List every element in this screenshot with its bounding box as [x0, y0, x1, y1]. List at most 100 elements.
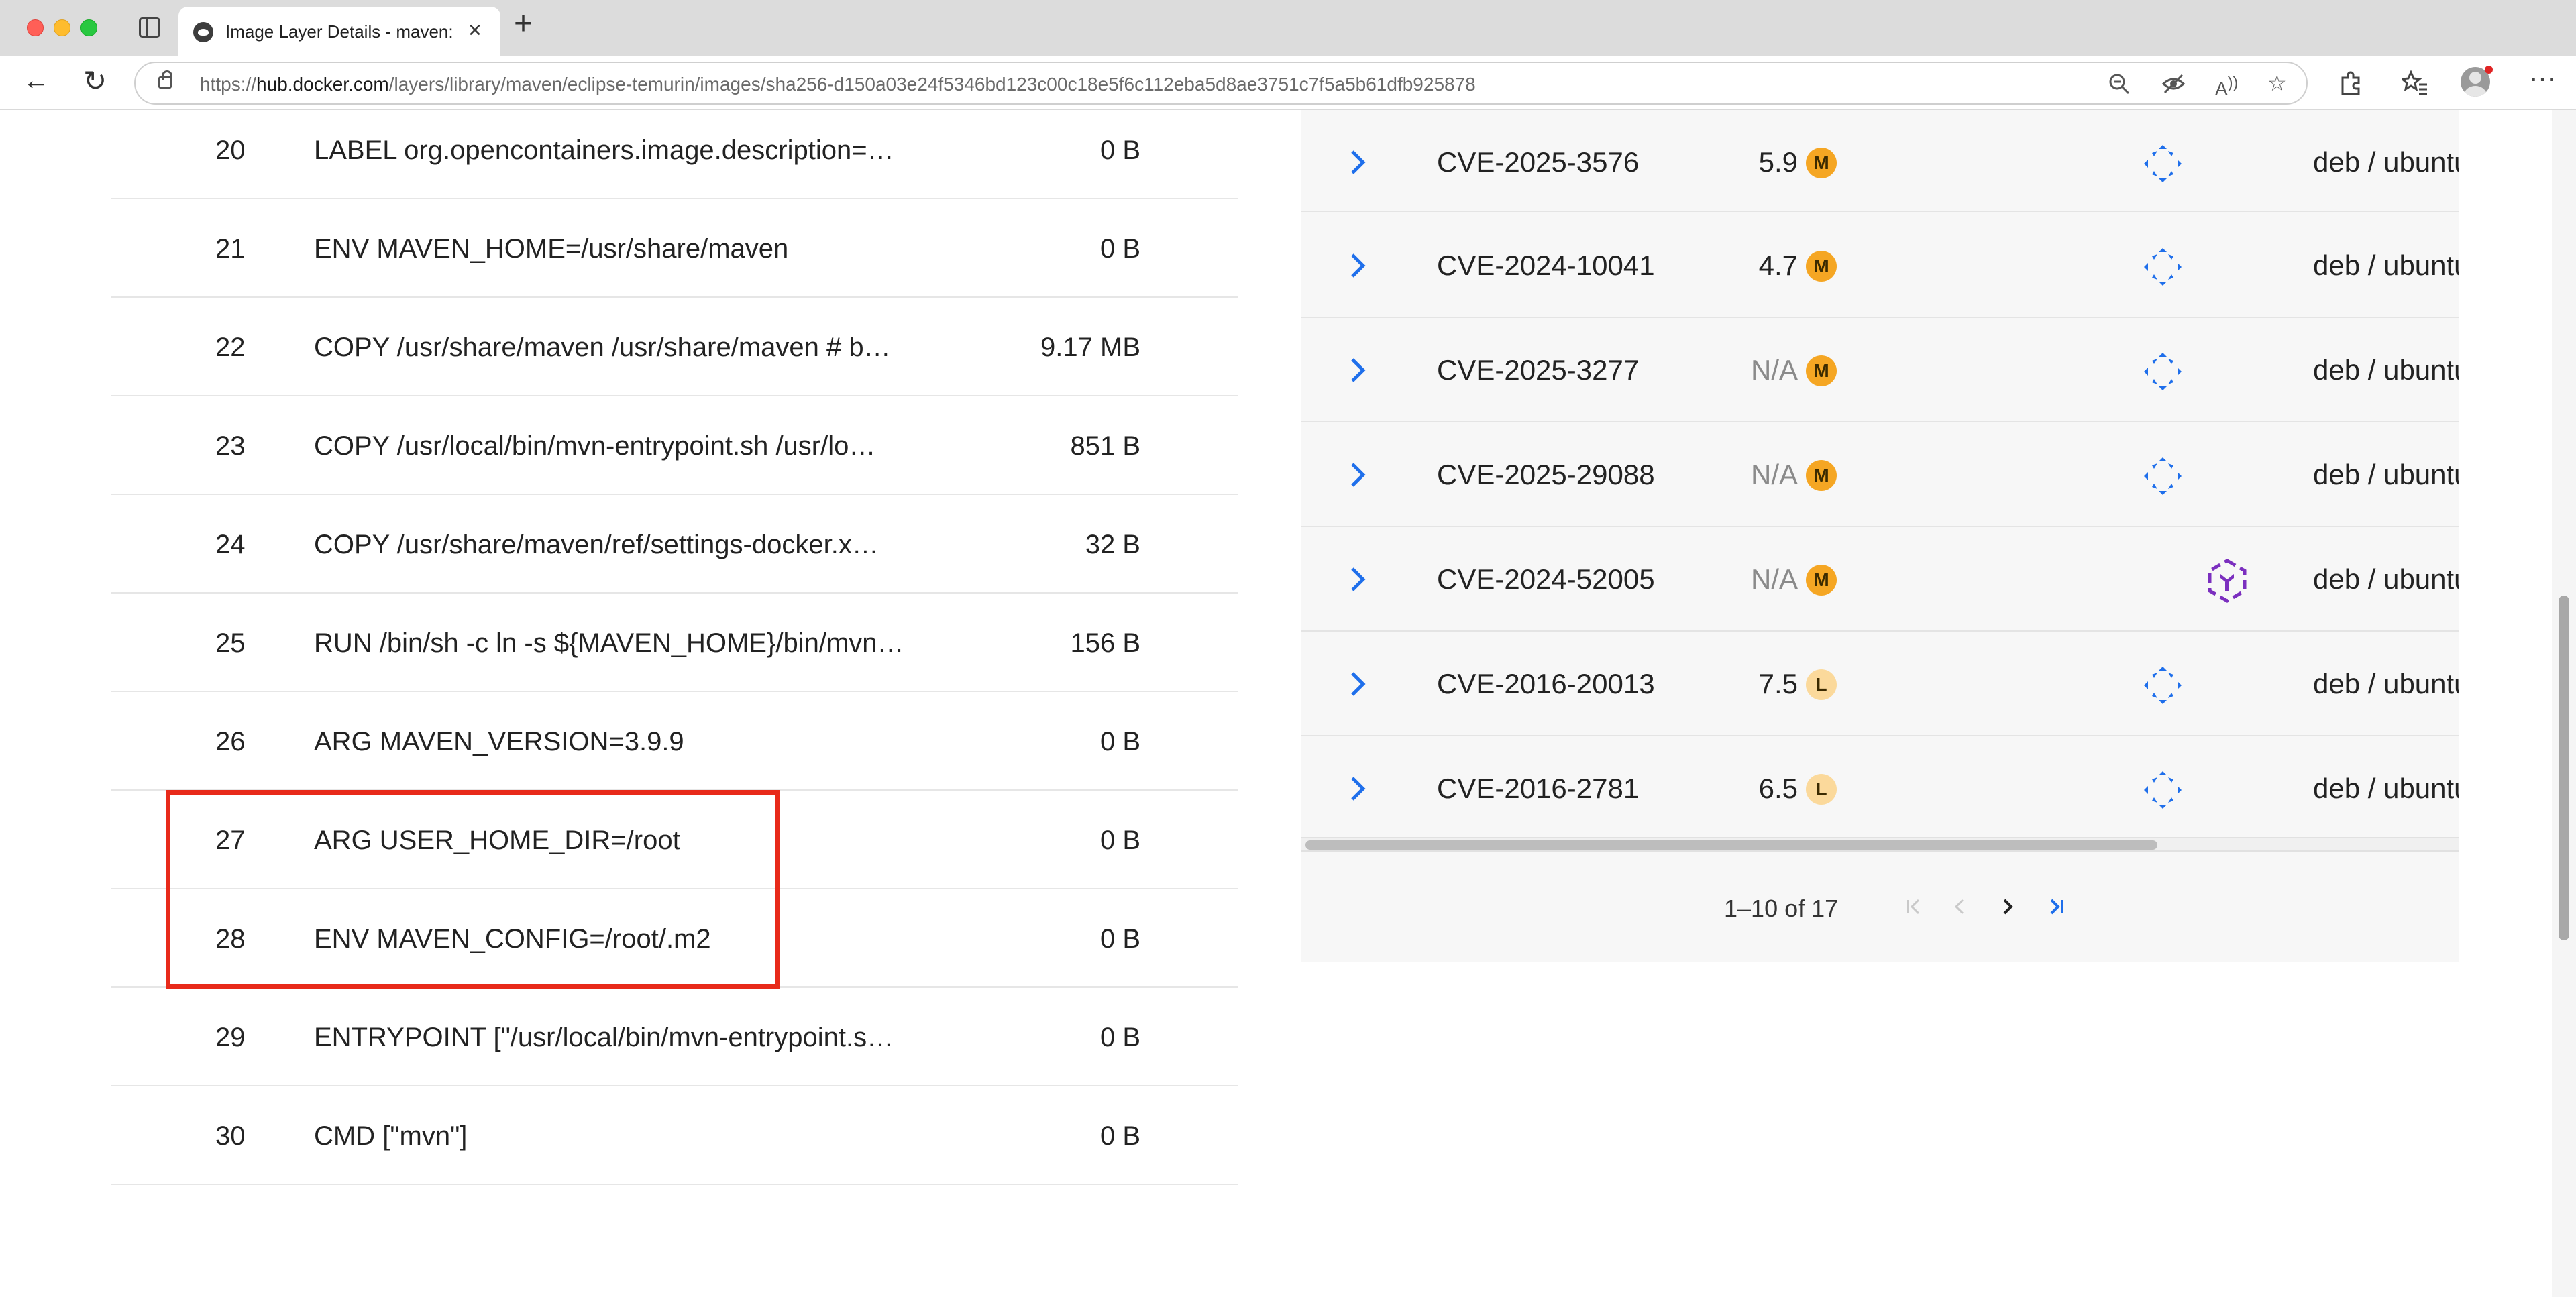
address-bar[interactable]: https://hub.docker.com/layers/library/ma…	[134, 62, 2308, 105]
layers-table: 20 LABEL org.opencontainers.image.descri…	[111, 110, 1238, 1185]
url-host: hub.docker.com	[256, 74, 389, 95]
chevron-right-icon[interactable]	[1343, 769, 1373, 809]
cve-id: CVE-2025-29088	[1437, 459, 1655, 490]
active-tab[interactable]: Image Layer Details - maven:eclipse-temu…	[178, 7, 500, 56]
notification-dot	[2485, 66, 2493, 74]
cve-id: CVE-2016-20013	[1437, 668, 1655, 699]
cvss-score: 5.9	[1758, 146, 1798, 178]
more-options-icon[interactable]: ⋯	[2529, 66, 2556, 93]
layer-number: 23	[215, 431, 246, 461]
package-type: deb / ubuntu	[2313, 146, 2459, 178]
extensions-icon[interactable]	[2337, 70, 2363, 95]
sidebar-toggle-icon[interactable]	[139, 17, 160, 38]
previous-page-icon[interactable]	[1943, 889, 1978, 924]
cvss-score: N/A	[1750, 563, 1798, 595]
page-scrollbar-thumb[interactable]	[2559, 596, 2569, 940]
chevron-right-icon[interactable]	[1343, 559, 1373, 600]
layer-row[interactable]: 23 COPY /usr/local/bin/mvn-entrypoint.sh…	[111, 396, 1238, 495]
layer-size: 9.17 MB	[1040, 333, 1140, 362]
layer-row[interactable]: 30 CMD ["mvn"] 0 B	[111, 1086, 1238, 1185]
layer-command: ENV MAVEN_HOME=/usr/share/maven	[314, 234, 789, 264]
url-text[interactable]: https://hub.docker.com/layers/library/ma…	[200, 74, 1476, 95]
vulnerability-row[interactable]: CVE-2025-3277 N/A M deb / ubuntu	[1301, 318, 2459, 422]
layer-row[interactable]: 26 ARG MAVEN_VERSION=3.9.9 0 B	[111, 692, 1238, 791]
favorite-star-icon[interactable]: ☆	[2267, 72, 2287, 94]
layer-size: 156 B	[1070, 628, 1140, 658]
layer-row[interactable]: 20 LABEL org.opencontainers.image.descri…	[111, 110, 1238, 199]
layer-size: 851 B	[1070, 431, 1140, 461]
package-type: deb / ubuntu	[2313, 354, 2459, 386]
highlight-annotation-box	[166, 790, 780, 989]
layer-command: ENTRYPOINT ["/usr/local/bin/mvn-entrypoi…	[314, 1023, 894, 1052]
maximize-window-button[interactable]	[80, 19, 97, 36]
tab-title: Image Layer Details - maven:eclipse-temu…	[225, 21, 453, 42]
vulnerability-row[interactable]: CVE-2024-52005 N/A M deb / ubuntu	[1301, 527, 2459, 632]
layer-number: 25	[215, 628, 246, 658]
close-tab-icon[interactable]: ×	[468, 19, 482, 42]
read-aloud-icon[interactable]: A))	[2215, 74, 2238, 98]
layer-number: 24	[215, 530, 246, 559]
favorites-icon[interactable]	[2402, 70, 2428, 95]
layer-command: COPY /usr/share/maven /usr/share/maven #…	[314, 333, 891, 362]
layer-row[interactable]: 24 COPY /usr/share/maven/ref/settings-do…	[111, 495, 1238, 594]
package-source-icon	[2144, 771, 2182, 809]
package-source-icon	[2144, 145, 2182, 182]
cvss-score: 4.7	[1758, 249, 1798, 281]
package-type: deb / ubuntu	[2313, 773, 2459, 804]
cve-id: CVE-2025-3277	[1437, 354, 1640, 386]
pagination-label: 1–10 of 17	[1724, 895, 1839, 922]
layer-size: 32 B	[1085, 530, 1140, 559]
layer-size: 0 B	[1099, 1023, 1140, 1052]
severity-badge: M	[1806, 565, 1837, 596]
chevron-right-icon[interactable]	[1343, 142, 1373, 182]
package-source-icon	[2144, 457, 2182, 495]
layer-command: LABEL org.opencontainers.image.descripti…	[314, 135, 894, 165]
layer-size: 0 B	[1099, 826, 1140, 855]
lock-icon[interactable]	[158, 70, 172, 89]
vulnerability-row[interactable]: CVE-2016-20013 7.5 L deb / ubuntu	[1301, 632, 2459, 736]
cvss-score: 7.5	[1758, 668, 1798, 699]
horizontal-scrollbar-thumb[interactable]	[1305, 840, 2157, 850]
zoom-out-icon[interactable]	[2108, 72, 2131, 95]
vulnerability-row[interactable]: CVE-2025-29088 N/A M deb / ubuntu	[1301, 422, 2459, 527]
first-page-icon[interactable]	[1897, 889, 1932, 924]
chevron-right-icon[interactable]	[1343, 245, 1373, 286]
layer-row[interactable]: 25 RUN /bin/sh -c ln -s ${MAVEN_HOME}/bi…	[111, 594, 1238, 692]
layer-row[interactable]: 21 ENV MAVEN_HOME=/usr/share/maven 0 B	[111, 199, 1238, 298]
chevron-right-icon[interactable]	[1343, 455, 1373, 495]
package-type: deb / ubuntu	[2313, 668, 2459, 699]
layer-size: 0 B	[1099, 924, 1140, 954]
vulnerability-row[interactable]: CVE-2024-10041 4.7 M deb / ubuntu	[1301, 213, 2459, 318]
cvss-score: 6.5	[1758, 773, 1798, 804]
layer-row[interactable]: 29 ENTRYPOINT ["/usr/local/bin/mvn-entry…	[111, 988, 1238, 1086]
package-type: deb / ubuntu	[2313, 249, 2459, 281]
reload-icon[interactable]: ↻	[83, 67, 107, 95]
tracking-prevention-icon[interactable]	[2161, 72, 2186, 95]
page-scrollbar[interactable]	[2552, 110, 2576, 1297]
minimize-window-button[interactable]	[54, 19, 70, 36]
vulnerability-row[interactable]: CVE-2016-2781 6.5 L deb / ubuntu	[1301, 736, 2459, 841]
back-arrow-icon[interactable]: ←	[23, 67, 50, 94]
horizontal-scrollbar[interactable]	[1301, 837, 2459, 852]
severity-badge: L	[1806, 774, 1837, 805]
vulnerability-row[interactable]: CVE-2025-3576 5.9 M deb / ubuntu	[1301, 110, 2459, 212]
browser-toolbar: ← ↻ https://hub.docker.com/layers/librar…	[0, 56, 2576, 110]
chevron-right-icon[interactable]	[1343, 664, 1373, 704]
cve-id: CVE-2025-3576	[1437, 146, 1640, 178]
layer-number: 26	[215, 727, 246, 756]
layer-row[interactable]: 22 COPY /usr/share/maven /usr/share/mave…	[111, 298, 1238, 396]
layer-size: 0 B	[1099, 135, 1140, 165]
package-type: deb / ubuntu	[2313, 459, 2459, 490]
layer-command: CMD ["mvn"]	[314, 1121, 468, 1151]
severity-badge: M	[1806, 148, 1837, 178]
chevron-right-icon[interactable]	[1343, 350, 1373, 390]
layer-command: COPY /usr/local/bin/mvn-entrypoint.sh /u…	[314, 431, 876, 461]
close-window-button[interactable]	[27, 19, 44, 36]
layer-number: 20	[215, 135, 246, 165]
layer-command: ARG MAVEN_VERSION=3.9.9	[314, 727, 684, 756]
last-page-icon[interactable]	[2039, 889, 2074, 924]
layer-number: 21	[215, 234, 246, 264]
next-page-icon[interactable]	[1991, 889, 2026, 924]
new-tab-button[interactable]: +	[514, 8, 533, 40]
layer-number: 29	[215, 1023, 246, 1052]
